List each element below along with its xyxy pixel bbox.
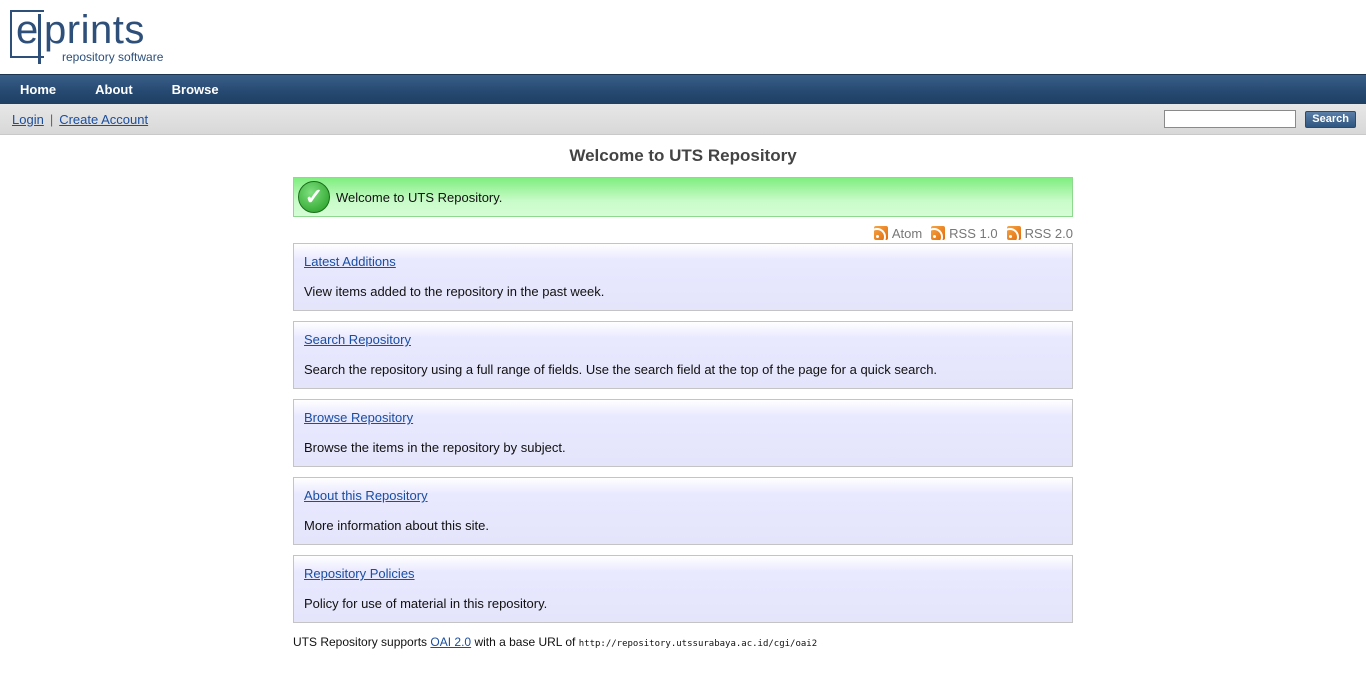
about-repository-link[interactable]: About this Repository	[304, 488, 428, 504]
feed-label: Atom	[891, 225, 923, 241]
rss-icon	[1006, 226, 1021, 240]
nav-about[interactable]: About	[95, 82, 133, 97]
atom-feed-link[interactable]: Atom	[873, 225, 923, 241]
page-title: Welcome to UTS Repository	[569, 146, 797, 165]
oai-footer: UTS Repository supports OAI 2.0 with a b…	[293, 635, 1073, 649]
main-content: Welcome to UTS Repository ✓ Welcome to U…	[293, 146, 1073, 649]
panel-about-repository: About this Repository More information a…	[293, 477, 1073, 545]
check-icon: ✓	[298, 181, 330, 213]
search-repository-link[interactable]: Search Repository	[304, 332, 411, 348]
oai-base-url: http://repository.utssurabaya.ac.id/cgi/…	[578, 639, 818, 649]
logo-name: prints	[44, 8, 145, 52]
feed-label: RSS 2.0	[1024, 225, 1073, 241]
panel-description: View items added to the repository in th…	[304, 284, 605, 299]
footer-middle: with a base URL of	[474, 635, 576, 649]
eprints-logo[interactable]: e prints repository software	[8, 8, 178, 68]
welcome-text: Welcome to UTS Repository.	[336, 189, 503, 205]
logo-divider	[38, 14, 41, 64]
site-header: e prints repository software	[0, 0, 1366, 74]
main-nav: Home About Browse	[0, 74, 1366, 104]
repository-policies-link[interactable]: Repository Policies	[304, 566, 415, 582]
nav-home[interactable]: Home	[20, 82, 56, 97]
browse-repository-link[interactable]: Browse Repository	[304, 410, 413, 426]
panel-repository-policies: Repository Policies Policy for use of ma…	[293, 555, 1073, 623]
oai-link[interactable]: OAI 2.0	[430, 635, 471, 649]
latest-additions-link[interactable]: Latest Additions	[304, 254, 396, 270]
panel-description: Policy for use of material in this repos…	[304, 596, 548, 611]
panel-description: Browse the items in the repository by su…	[304, 440, 566, 455]
user-bar: Login | Create Account Search	[0, 104, 1366, 135]
rss-icon	[873, 226, 888, 240]
panel-browse-repository: Browse Repository Browse the items in th…	[293, 399, 1073, 467]
logo-tagline: repository software	[62, 50, 164, 64]
search-button[interactable]: Search	[1305, 110, 1356, 128]
panel-description: Search the repository using a full range…	[304, 362, 938, 377]
logo-mark: e	[16, 8, 39, 52]
panel-search-repository: Search Repository Search the repository …	[293, 321, 1073, 389]
feed-label: RSS 1.0	[949, 225, 998, 241]
rss-icon	[931, 226, 946, 240]
panel-description: More information about this site.	[304, 518, 489, 533]
welcome-message: ✓ Welcome to UTS Repository.	[293, 177, 1073, 217]
footer-prefix: UTS Repository supports	[293, 635, 428, 649]
search-input[interactable]	[1164, 110, 1297, 128]
search-area: Search	[1164, 110, 1356, 128]
feed-links: Atom RSS 1.0 RSS 2.0	[293, 217, 1073, 243]
rss1-feed-link[interactable]: RSS 1.0	[931, 225, 998, 241]
login-link[interactable]: Login	[12, 112, 44, 127]
create-account-link[interactable]: Create Account	[59, 112, 148, 127]
panel-latest-additions: Latest Additions View items added to the…	[293, 243, 1073, 311]
separator: |	[49, 111, 54, 127]
nav-browse[interactable]: Browse	[172, 82, 219, 97]
rss2-feed-link[interactable]: RSS 2.0	[1006, 225, 1073, 241]
